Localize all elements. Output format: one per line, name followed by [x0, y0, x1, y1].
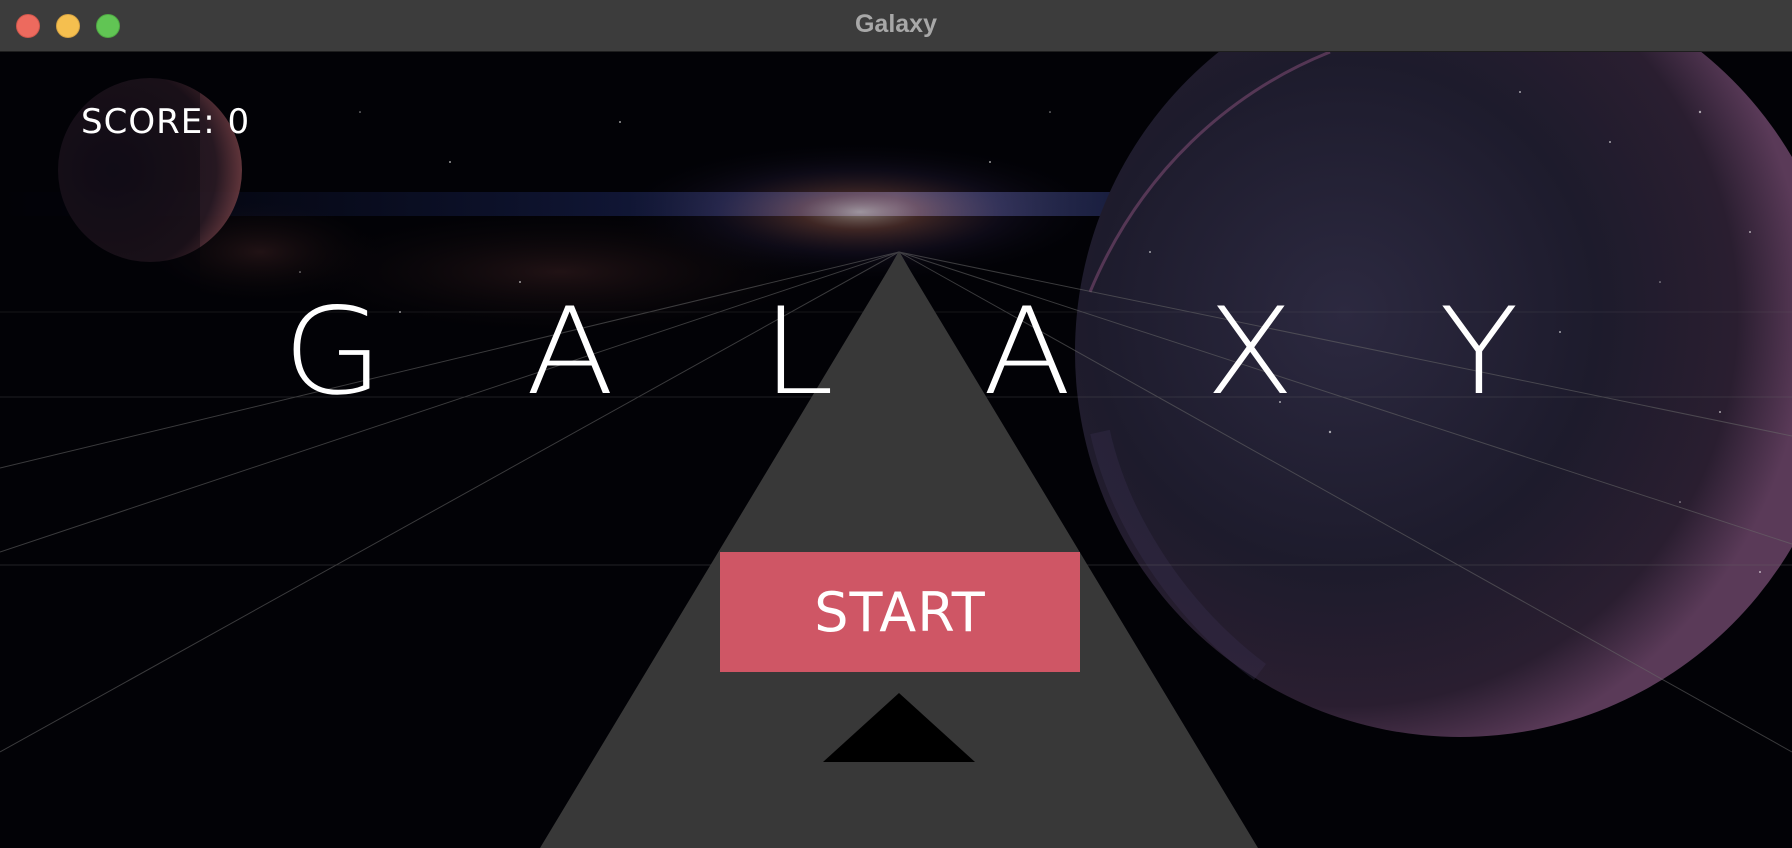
game-scene	[0, 52, 1792, 848]
game-logo: G A L A X Y	[0, 288, 1792, 418]
logo-letter: X	[1205, 283, 1295, 422]
title-bar: Galaxy	[0, 0, 1792, 52]
logo-letter: G	[282, 283, 384, 422]
game-window: Galaxy SCORE: 0 G A L A X Y START	[0, 0, 1792, 848]
score-label: SCORE: 0	[81, 102, 251, 142]
logo-letter: A	[982, 283, 1072, 422]
window-title: Galaxy	[854, 10, 937, 38]
logo-letter: L	[761, 283, 835, 422]
logo-letter: Y	[1439, 283, 1519, 422]
game-viewport: SCORE: 0 G A L A X Y START	[0, 52, 1792, 848]
start-button[interactable]: START	[720, 552, 1080, 672]
logo-letter: A	[525, 283, 615, 422]
